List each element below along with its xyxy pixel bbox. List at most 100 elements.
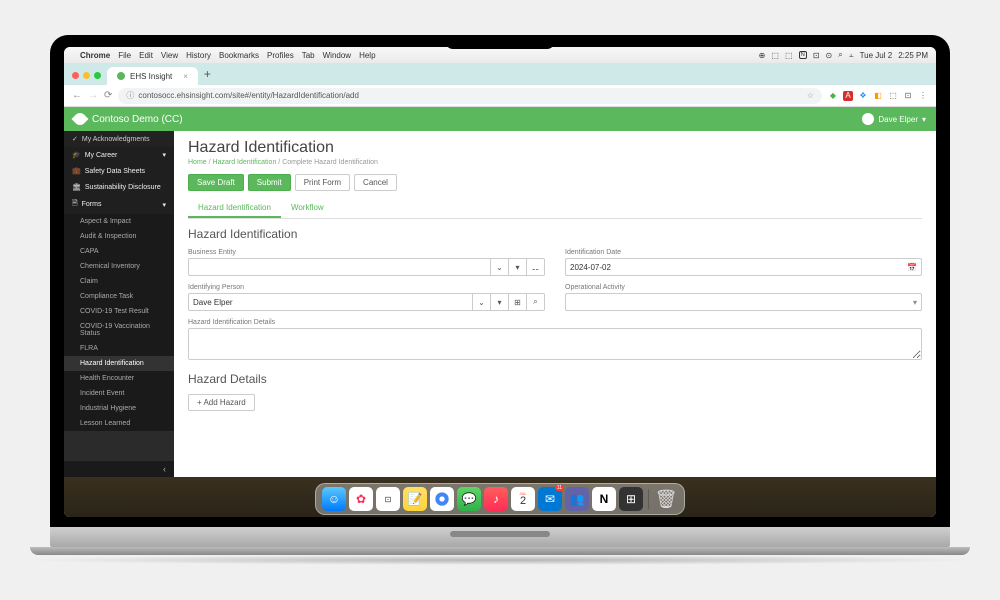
save-draft-button[interactable]: Save Draft: [188, 174, 244, 191]
extension-icon[interactable]: ❖: [858, 91, 868, 101]
control-center-icon[interactable]: ⫠: [849, 50, 854, 60]
sidebar-item-acknowledgments[interactable]: ✓ My Acknowledgments: [64, 131, 174, 147]
calendar-icon[interactable]: 📅: [907, 263, 917, 272]
entity-dropdown-button[interactable]: ⌄: [491, 258, 509, 276]
address-bar[interactable]: ⓘ contosocc.ehsinsight.com/site#/entity/…: [118, 88, 822, 104]
menu-profiles[interactable]: Profiles: [267, 51, 294, 60]
wifi-icon[interactable]: ⊙: [826, 51, 833, 60]
menu-file[interactable]: File: [118, 51, 131, 60]
dock-music-icon[interactable]: ♪: [484, 487, 508, 511]
minimize-window-button[interactable]: [83, 72, 90, 79]
dock-teams-icon[interactable]: 👥: [565, 487, 589, 511]
dock-calculator-icon[interactable]: ⊞: [619, 487, 643, 511]
user-name: Dave Elper: [878, 115, 918, 124]
sidebar-form-hygiene[interactable]: Industrial Hygiene: [64, 401, 174, 416]
sidebar-form-incident[interactable]: Incident Event: [64, 386, 174, 401]
reload-button[interactable]: ⟳: [104, 90, 112, 101]
crumb-home[interactable]: Home: [188, 159, 207, 166]
add-hazard-button[interactable]: + Add Hazard: [188, 394, 255, 411]
submit-button[interactable]: Submit: [248, 174, 291, 191]
menu-bookmarks[interactable]: Bookmarks: [219, 51, 259, 60]
sidebar-form-chemical[interactable]: Chemical Inventory: [64, 259, 174, 274]
person-grid-button[interactable]: ⊞: [509, 293, 527, 311]
sidebar-form-claim[interactable]: Claim: [64, 274, 174, 289]
bookmark-icon[interactable]: ☆: [807, 91, 814, 100]
new-tab-button[interactable]: +: [198, 67, 217, 85]
business-entity-input[interactable]: [188, 258, 491, 276]
menubar-time[interactable]: 2:25 PM: [898, 51, 928, 60]
sidebar-collapse-button[interactable]: ‹: [64, 461, 174, 477]
browser-tab[interactable]: EHS Insight ×: [107, 67, 198, 85]
close-tab-icon[interactable]: ×: [183, 72, 188, 81]
menu-window[interactable]: Window: [323, 51, 351, 60]
back-button[interactable]: ←: [72, 90, 82, 101]
menubar-app[interactable]: Chrome: [80, 51, 110, 60]
sidebar-form-covidvax[interactable]: COVID-19 Vaccination Status: [64, 319, 174, 341]
status-icon[interactable]: ⊡: [813, 51, 820, 60]
sidebar-form-flra[interactable]: FLRA: [64, 341, 174, 356]
extension-icon[interactable]: ⬚: [888, 91, 898, 101]
extension-icon[interactable]: ⊡: [903, 91, 913, 101]
operational-activity-select[interactable]: ▾: [565, 293, 922, 311]
status-icon[interactable]: ⊕: [759, 51, 766, 60]
sidebar-form-covidtest[interactable]: COVID-19 Test Result: [64, 304, 174, 319]
sidebar-form-compliance[interactable]: Compliance Task: [64, 289, 174, 304]
extension-icon[interactable]: ◆: [828, 91, 838, 101]
sidebar-form-hazard[interactable]: Hazard Identification: [64, 356, 174, 371]
sidebar-form-capa[interactable]: CAPA: [64, 244, 174, 259]
dock-finder-icon[interactable]: ☺: [322, 487, 346, 511]
dock-trash-icon[interactable]: 🗑: [654, 487, 678, 511]
identifying-person-input[interactable]: [188, 293, 473, 311]
menubar-date[interactable]: Tue Jul 2: [860, 51, 893, 60]
dock-messages-icon[interactable]: 💬: [457, 487, 481, 511]
close-window-button[interactable]: [72, 72, 79, 79]
extension-icon[interactable]: ◧: [873, 91, 883, 101]
details-textarea[interactable]: [188, 328, 922, 360]
dock-calendar-icon[interactable]: JUL 2: [511, 487, 535, 511]
search-icon[interactable]: ⌕: [838, 50, 842, 60]
sidebar-item-sustainability[interactable]: 🏛 Sustainability Disclosure: [64, 179, 174, 195]
dock-notes-icon[interactable]: 📝: [403, 487, 427, 511]
sidebar-form-aspect[interactable]: Aspect & Impact: [64, 214, 174, 229]
user-menu[interactable]: Dave Elper ▾: [862, 113, 926, 125]
dock-photos-icon[interactable]: ✿: [349, 487, 373, 511]
dock-reminders-icon[interactable]: ⊡: [376, 487, 400, 511]
cancel-button[interactable]: Cancel: [354, 174, 397, 191]
notion-menubar-icon[interactable]: N: [799, 51, 807, 59]
menu-history[interactable]: History: [186, 51, 211, 60]
print-form-button[interactable]: Print Form: [295, 174, 350, 191]
sidebar-form-audit[interactable]: Audit & Inspection: [64, 229, 174, 244]
crumb-hazard[interactable]: Hazard Identification: [213, 159, 277, 166]
entity-clear-button[interactable]: ▾: [509, 258, 527, 276]
sidebar-item-mycareer[interactable]: 🎓 My Career ▾: [64, 147, 174, 163]
person-dropdown-button[interactable]: ⌄: [473, 293, 491, 311]
status-icon[interactable]: ⬚: [771, 51, 779, 60]
site-info-icon[interactable]: ⓘ: [126, 90, 134, 101]
chrome-menu-icon[interactable]: ⋮: [918, 91, 928, 101]
app-logo-icon[interactable]: [72, 111, 89, 128]
sidebar-item-forms[interactable]: 🗎 Forms ▾: [64, 195, 174, 214]
extension-icon[interactable]: A: [843, 91, 853, 101]
menu-help[interactable]: Help: [359, 51, 375, 60]
menu-view[interactable]: View: [161, 51, 178, 60]
sidebar-form-health[interactable]: Health Encounter: [64, 371, 174, 386]
entity-tree-button[interactable]: ⚋: [527, 258, 545, 276]
menu-edit[interactable]: Edit: [139, 51, 153, 60]
identification-date-input[interactable]: 2024-07-02 📅: [565, 258, 922, 276]
status-icon[interactable]: ⬚: [785, 51, 793, 60]
person-search-button[interactable]: ⌕: [527, 293, 545, 311]
tab-workflow[interactable]: Workflow: [281, 199, 334, 218]
breadcrumb: Home / Hazard Identification / Complete …: [188, 159, 922, 166]
sidebar-form-lesson[interactable]: Lesson Learned: [64, 416, 174, 431]
dock-notion-icon[interactable]: N: [592, 487, 616, 511]
forward-button[interactable]: →: [88, 90, 98, 101]
tab-hazard-identification[interactable]: Hazard Identification: [188, 199, 281, 218]
maximize-window-button[interactable]: [94, 72, 101, 79]
menu-tab[interactable]: Tab: [302, 51, 315, 60]
person-clear-button[interactable]: ▾: [491, 293, 509, 311]
briefcase-icon: 💼: [72, 167, 81, 175]
dock-outlook-icon[interactable]: ✉11: [538, 487, 562, 511]
identification-date-label: Identification Date: [565, 249, 922, 256]
dock-chrome-icon[interactable]: [430, 487, 454, 511]
sidebar-item-sds[interactable]: 💼 Safety Data Sheets: [64, 163, 174, 179]
